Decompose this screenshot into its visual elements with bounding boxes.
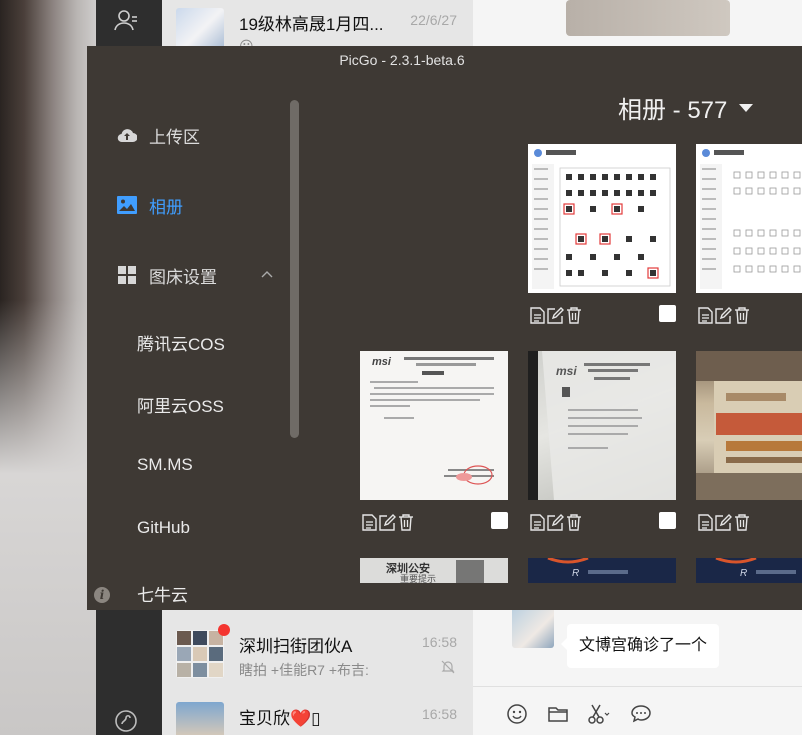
gallery-image[interactable]: R (696, 558, 802, 583)
nav-item-picbed-settings[interactable]: 图床设置 (117, 260, 217, 290)
chat-time: 16:58 (421, 706, 457, 722)
picture-icon (117, 195, 137, 215)
emoji-icon[interactable] (505, 703, 529, 727)
gallery-image[interactable]: msi (528, 351, 676, 500)
chat-time: 22/6/27 (410, 12, 457, 28)
chat-bubble-icon[interactable] (629, 703, 653, 727)
gallery-title-text: 相册 - 577 (618, 97, 728, 124)
title-bar[interactable]: PicGo - 2.3.1-beta.6 (87, 46, 802, 72)
image-actions (529, 512, 582, 532)
delete-icon[interactable] (565, 512, 582, 532)
chevron-up-icon[interactable] (261, 265, 273, 281)
desktop-wallpaper (0, 0, 96, 735)
edit-icon[interactable] (379, 512, 396, 532)
edit-icon[interactable] (547, 305, 564, 325)
message-bubble[interactable]: 文博宫确诊了一个 (560, 624, 720, 668)
select-checkbox[interactable] (659, 305, 676, 322)
image-actions (361, 512, 414, 532)
side-nav: 上传区 相册 图床设置 腾讯云COS 阿里云OSS SM.MS GitHub 七… (87, 72, 299, 610)
chat-title: 宝贝欣❤️▯ (239, 709, 321, 728)
chat-row[interactable]: 宝贝欣❤️▯ 16:58 (162, 694, 473, 735)
nav-label: 上传区 (149, 127, 200, 147)
nav-item-gallery[interactable]: 相册 (117, 190, 183, 220)
delete-icon[interactable] (565, 305, 582, 325)
picbed-item-smms[interactable]: SM.MS (137, 455, 193, 475)
gallery-image[interactable] (696, 351, 802, 500)
image-actions (529, 305, 582, 325)
nav-item-upload[interactable]: 上传区 (117, 120, 200, 150)
copy-link-icon[interactable] (361, 512, 378, 532)
image-actions (697, 512, 750, 532)
select-checkbox[interactable] (659, 512, 676, 529)
group-avatar (176, 630, 224, 678)
picbed-item-oss[interactable]: 阿里云OSS (137, 392, 224, 417)
svg-text:深圳公安: 深圳公安 (386, 561, 430, 575)
composer-divider (473, 686, 802, 687)
nav-scrollbar[interactable] (290, 100, 299, 438)
info-icon[interactable]: i (94, 587, 110, 603)
window-title: PicGo - 2.3.1-beta.6 (339, 52, 465, 68)
gallery-image[interactable]: R (528, 558, 676, 583)
cloud-upload-icon (117, 125, 137, 145)
picbed-item-qiniu[interactable]: 七牛云 (137, 581, 188, 606)
picbed-item-cos[interactable]: 腾讯云COS (137, 330, 225, 355)
copy-link-icon[interactable] (529, 305, 546, 325)
delete-icon[interactable] (733, 512, 750, 532)
avatar[interactable] (512, 606, 554, 648)
edit-icon[interactable] (715, 512, 732, 532)
chat-preview: 瞎拍 +佳能R7 +布吉: (239, 662, 369, 678)
copy-link-icon[interactable] (697, 512, 714, 532)
delete-icon[interactable] (733, 305, 750, 325)
mini-programs-icon[interactable] (113, 709, 139, 735)
edit-icon[interactable] (547, 512, 564, 532)
chat-title: 深圳扫街团伙A (239, 637, 353, 656)
gallery-image[interactable]: msi (360, 351, 508, 500)
grid-icon (117, 265, 137, 285)
svg-text:msi: msi (556, 364, 577, 378)
delete-icon[interactable] (397, 512, 414, 532)
gallery-image[interactable] (696, 144, 802, 293)
caret-down-icon (739, 103, 754, 112)
scissors-icon[interactable] (586, 703, 610, 727)
folder-icon[interactable] (546, 703, 570, 727)
chat-row[interactable]: 深圳扫街团伙A 16:58 瞎拍 +佳能R7 +布吉: (162, 622, 473, 684)
gallery-image[interactable]: 深圳公安 重要提示 (360, 558, 508, 583)
mute-bell-icon (441, 660, 455, 677)
chat-time: 16:58 (421, 634, 457, 650)
nav-label: 相册 (149, 197, 183, 217)
image-message-preview[interactable] (566, 0, 730, 36)
picbed-item-github[interactable]: GitHub (137, 518, 190, 538)
gallery-image[interactable] (528, 144, 676, 293)
svg-text:重要提示: 重要提示 (400, 573, 436, 583)
edit-icon[interactable] (715, 305, 732, 325)
nav-label: 图床设置 (149, 267, 217, 287)
svg-text:msi: msi (372, 356, 392, 368)
svg-text:R: R (740, 568, 747, 579)
copy-link-icon[interactable] (529, 512, 546, 532)
image-actions (697, 305, 750, 325)
chat-title: 19级林高晟1月四... (239, 15, 384, 34)
unread-dot (218, 624, 230, 636)
picgo-window: PicGo - 2.3.1-beta.6 上传区 相册 图床设置 腾讯云COS … (87, 46, 802, 610)
select-checkbox[interactable] (491, 512, 508, 529)
svg-text:R: R (572, 568, 579, 579)
avatar (176, 702, 224, 735)
copy-link-icon[interactable] (697, 305, 714, 325)
contacts-icon[interactable] (113, 7, 139, 33)
gallery-title[interactable]: 相册 - 577 (618, 90, 754, 125)
